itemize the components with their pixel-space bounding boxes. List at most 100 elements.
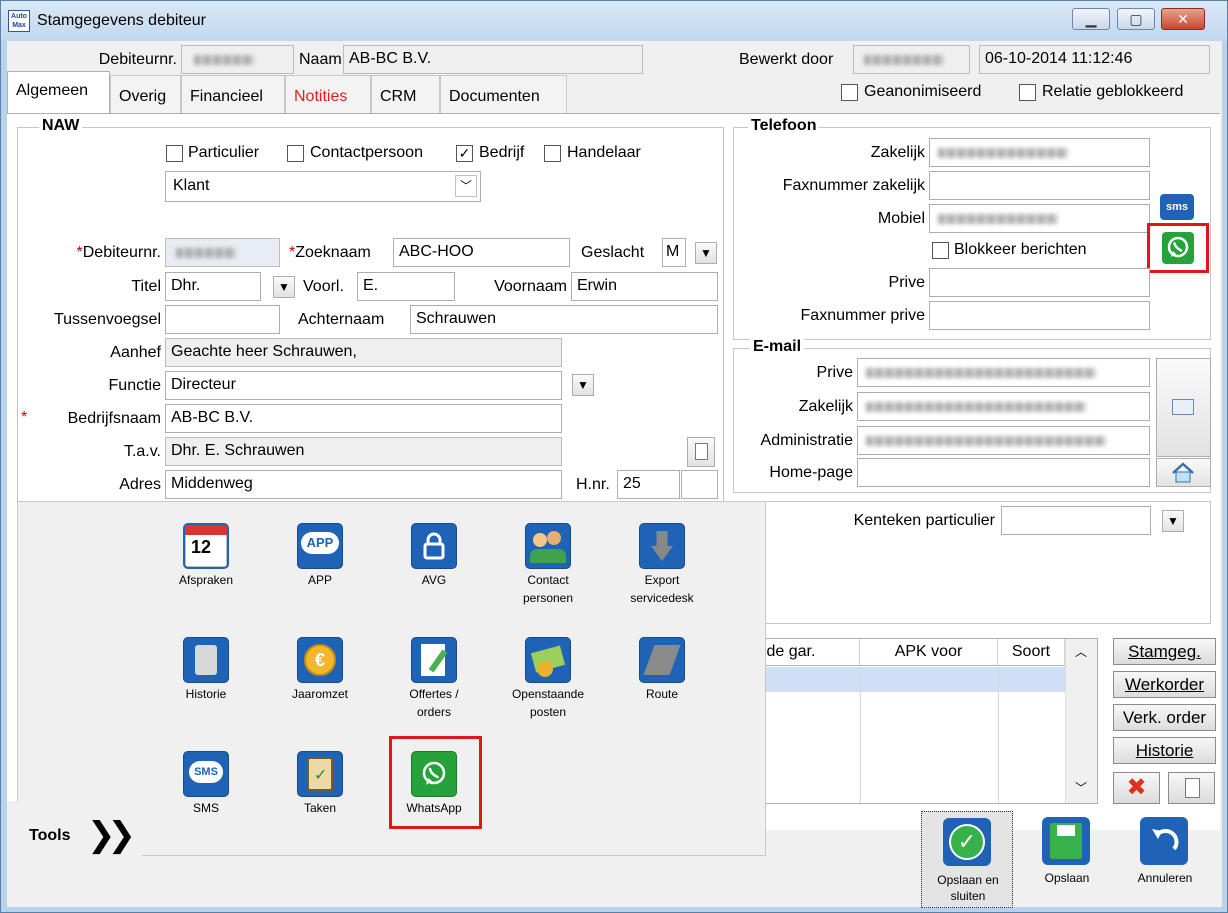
- save-button[interactable]: Opslaan: [1021, 811, 1113, 908]
- functie-input[interactable]: Directeur: [165, 371, 562, 400]
- grid-col-divider: [860, 667, 861, 803]
- tool-openstaande-posten-label[interactable]: Openstaande posten: [493, 685, 603, 721]
- werkorder-button[interactable]: Werkorder: [1113, 671, 1216, 698]
- debiteurnr-label: *Debiteurnr.: [47, 244, 162, 262]
- whatsapp-button[interactable]: [1162, 232, 1194, 264]
- grid-scrollbar[interactable]: ︿ ﹀: [1065, 639, 1097, 803]
- save-close-button[interactable]: ✓ Opslaan en sluiten: [921, 811, 1013, 908]
- geanonimiseerd-checkbox[interactable]: [841, 84, 858, 101]
- tool-app-label[interactable]: APP: [265, 571, 375, 589]
- tool-taken-label[interactable]: Taken: [265, 799, 375, 817]
- bedrijfsnaam-input[interactable]: AB-BC B.V.: [165, 404, 562, 433]
- calendar-header: [185, 525, 227, 535]
- contacts-icon[interactable]: [525, 523, 571, 569]
- email-administratie-input[interactable]: [857, 426, 1150, 455]
- verk-order-button[interactable]: Verk. order: [1113, 704, 1216, 731]
- money-icon[interactable]: [525, 637, 571, 683]
- geslacht-dropdown-button[interactable]: ▼: [695, 242, 717, 264]
- grid-col-soort[interactable]: Soort: [998, 639, 1065, 666]
- app-icon[interactable]: APP: [297, 523, 343, 569]
- vehicle-grid[interactable]: inde gar. APK voor Soort ︿ ﹀: [747, 638, 1098, 804]
- tab-notities[interactable]: Notities: [285, 75, 371, 113]
- email-zakelijk-input[interactable]: [857, 392, 1150, 421]
- checkmark-icon: ✓: [943, 818, 991, 866]
- scroll-icon[interactable]: [183, 637, 229, 683]
- adres-input[interactable]: Middenweg: [165, 470, 562, 499]
- scroll-up-icon[interactable]: ︿: [1075, 643, 1087, 660]
- titel-input[interactable]: Dhr.: [165, 272, 261, 301]
- prive-tel-input[interactable]: [929, 268, 1150, 297]
- clipboard-icon[interactable]: ✓: [297, 751, 343, 797]
- copy-button[interactable]: [687, 437, 715, 467]
- road-icon[interactable]: [639, 637, 685, 683]
- tools-toggle-area[interactable]: Tools ❯❯: [7, 801, 142, 871]
- zakelijk-tel-input[interactable]: [929, 138, 1150, 167]
- stamgeg-button[interactable]: Stamgeg.: [1113, 638, 1216, 665]
- minimize-button[interactable]: ▁: [1072, 8, 1110, 30]
- email-prive-input[interactable]: [857, 358, 1150, 387]
- fax-prive-input[interactable]: [929, 301, 1150, 330]
- tool-offertes-orders-label[interactable]: Offertes / orders: [379, 685, 489, 721]
- sms-icon[interactable]: sms: [1160, 194, 1194, 220]
- tool-afspraken-label[interactable]: Afspraken: [151, 571, 261, 589]
- calendar-icon[interactable]: 12: [183, 523, 229, 569]
- titel-dropdown-button[interactable]: ▼: [273, 276, 295, 298]
- document-edit-icon[interactable]: [411, 637, 457, 683]
- tab-crm[interactable]: CRM: [371, 75, 440, 113]
- handelaar-checkbox[interactable]: [544, 145, 561, 162]
- scroll-down-icon[interactable]: ﹀: [1075, 779, 1087, 796]
- delete-button[interactable]: ✖: [1113, 772, 1160, 804]
- hnr-toevoeging-input[interactable]: [681, 470, 718, 499]
- zakelijk-tel-label: Zakelijk: [870, 144, 925, 161]
- lock-icon[interactable]: [411, 523, 457, 569]
- new-button[interactable]: [1168, 772, 1215, 804]
- achternaam-input[interactable]: Schrauwen: [410, 305, 718, 334]
- homepage-input[interactable]: [857, 458, 1150, 487]
- send-email-button[interactable]: [1156, 358, 1211, 457]
- open-homepage-button[interactable]: [1156, 458, 1211, 487]
- voornaam-input[interactable]: Erwin: [571, 272, 718, 301]
- mobiel-input[interactable]: [929, 204, 1150, 233]
- sms-icon[interactable]: SMS: [183, 751, 229, 797]
- tussenvoegsel-input[interactable]: [165, 305, 280, 334]
- contactpersoon-checkbox[interactable]: [287, 145, 304, 162]
- tool-sms-label[interactable]: SMS: [151, 799, 261, 817]
- relatie-geblokkeerd-checkbox[interactable]: [1019, 84, 1036, 101]
- grid-selected-row[interactable]: [748, 667, 1065, 692]
- tab-overig[interactable]: Overig: [110, 75, 181, 113]
- kenteken-input[interactable]: [1001, 506, 1151, 535]
- category-select[interactable]: Klant ﹀: [165, 171, 481, 202]
- functie-dropdown-button[interactable]: ▼: [572, 374, 594, 396]
- close-button[interactable]: ✕: [1161, 8, 1205, 30]
- zoeknaam-input[interactable]: ABC-HOO: [393, 238, 570, 267]
- hnr-input[interactable]: 25: [617, 470, 680, 499]
- fax-zakelijk-input[interactable]: [929, 171, 1150, 200]
- tool-route-label[interactable]: Route: [607, 685, 717, 703]
- euro-coin-icon[interactable]: €: [297, 637, 343, 683]
- export-icon[interactable]: [639, 523, 685, 569]
- double-chevron-right-icon[interactable]: ❯❯: [87, 815, 136, 855]
- fax-prive-label: Faxnummer prive: [800, 307, 925, 324]
- tool-historie-label[interactable]: Historie: [151, 685, 261, 703]
- maximize-button[interactable]: ▢: [1117, 8, 1155, 30]
- historie-button[interactable]: Historie: [1113, 737, 1216, 764]
- tool-whatsapp-label[interactable]: WhatsApp: [379, 799, 489, 817]
- bedrijf-checkbox[interactable]: ✓: [456, 145, 473, 162]
- kenteken-dropdown-button[interactable]: ▼: [1162, 510, 1184, 532]
- blokkeer-berichten-checkbox[interactable]: [932, 242, 949, 259]
- tool-avg-label[interactable]: AVG: [379, 571, 489, 589]
- geslacht-input[interactable]: M: [662, 238, 686, 267]
- tool-jaaromzet-label[interactable]: Jaaromzet: [265, 685, 375, 703]
- tool-export-servicedesk-label[interactable]: Export servicedesk: [607, 571, 717, 607]
- grid-col-apk-voor[interactable]: APK voor: [860, 639, 998, 666]
- geanonimiseerd-label: Geanonimiseerd: [864, 83, 982, 100]
- cancel-button[interactable]: Annuleren: [1119, 811, 1211, 908]
- tab-algemeen[interactable]: Algemeen: [7, 71, 110, 114]
- tool-contact-personen-label[interactable]: Contact personen: [493, 571, 603, 607]
- voorl-input[interactable]: E.: [357, 272, 455, 301]
- title-bar[interactable]: Auto Max Stamgegevens debiteur ▁ ▢ ✕: [1, 1, 1227, 41]
- whatsapp-icon[interactable]: [411, 751, 457, 797]
- particulier-checkbox[interactable]: [166, 145, 183, 162]
- tab-documenten[interactable]: Documenten: [440, 75, 567, 113]
- tab-financieel[interactable]: Financieel: [181, 75, 285, 113]
